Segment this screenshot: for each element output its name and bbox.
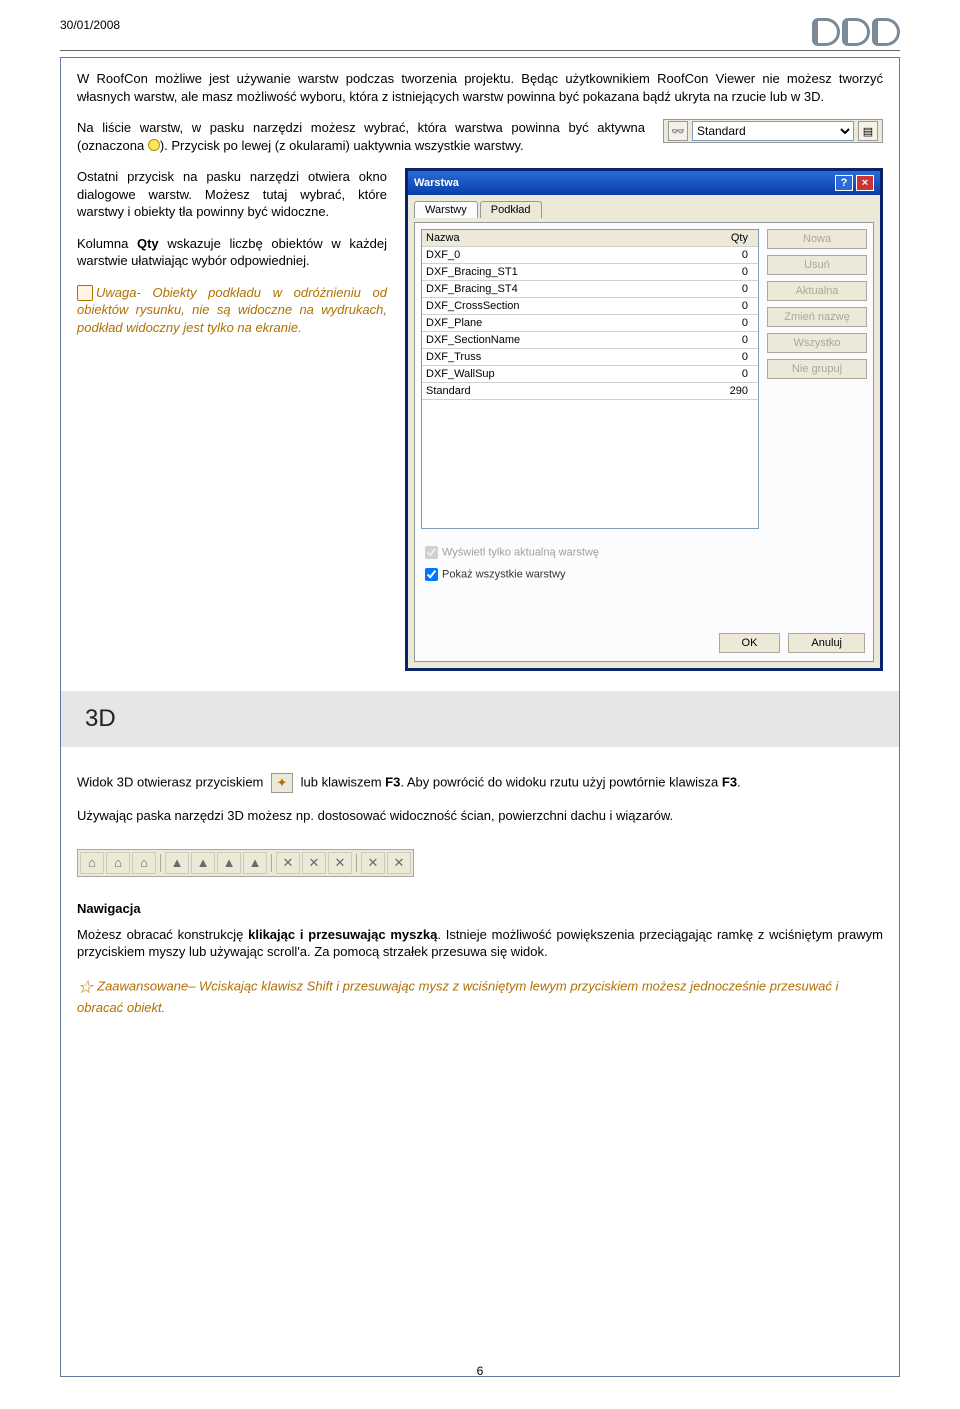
- all-button[interactable]: Wszystko: [767, 333, 867, 353]
- ok-button[interactable]: OK: [719, 633, 781, 653]
- table-row: DXF_SectionName0: [422, 332, 758, 349]
- toolbar3d-btn[interactable]: ✕: [387, 852, 411, 874]
- layers-toolbar: 👓 Standard ▤: [663, 119, 883, 143]
- layers-table[interactable]: Nazwa Qty DXF_00 DXF_Bracing_ST10 DXF_Br…: [421, 229, 759, 529]
- close-icon[interactable]: ×: [856, 175, 874, 191]
- table-row: DXF_Plane0: [422, 315, 758, 332]
- active-layer-select[interactable]: Standard: [692, 121, 854, 141]
- toolbar3d-btn[interactable]: ▲: [217, 852, 241, 874]
- nav-paragraph: Możesz obracać konstrukcję klikając i pr…: [77, 926, 883, 961]
- toolbar3d-btn[interactable]: ✕: [276, 852, 300, 874]
- star-icon: ☆: [77, 977, 93, 997]
- intro-paragraph-4: Kolumna Qty wskazuje liczbę obiektów w k…: [77, 235, 387, 270]
- 3d-paragraph-1: Widok 3D otwierasz przyciskiem ✦ lub kla…: [77, 773, 883, 793]
- page-number: 6: [61, 1364, 899, 1378]
- section-heading-3d: 3D: [61, 691, 899, 747]
- 3d-paragraph-2: Używając paska narzędzi 3D możesz np. do…: [77, 807, 883, 825]
- nav-heading: Nawigacja: [77, 901, 883, 916]
- bulb-icon: [148, 139, 160, 151]
- advanced-note: ☆Zaawansowane– Wciskając klawisz Shift i…: [77, 975, 883, 1017]
- table-row: DXF_00: [422, 247, 758, 264]
- intro-paragraph-2: Na liście warstw, w pasku narzędzi możes…: [77, 119, 645, 154]
- note-paragraph: Uwaga- Obiekty podkładu w odróżnieniu od…: [77, 284, 387, 337]
- layers-dialog: Warstwa ? × Warstwy Podkład: [405, 168, 883, 671]
- open-layers-dialog-icon[interactable]: ▤: [858, 121, 878, 141]
- toolbar3d-btn[interactable]: ✕: [328, 852, 352, 874]
- view-3d-icon[interactable]: ✦: [271, 773, 293, 793]
- toolbar3d-btn[interactable]: ⌂: [132, 852, 156, 874]
- brand-logo: [812, 18, 900, 46]
- ungroup-button[interactable]: Nie grupuj: [767, 359, 867, 379]
- table-row: DXF_Bracing_ST10: [422, 264, 758, 281]
- col-name: Nazwa: [422, 230, 698, 246]
- rename-button[interactable]: Zmień nazwę: [767, 307, 867, 327]
- toolbar3d-btn[interactable]: ⌂: [80, 852, 104, 874]
- show-all-layers-icon[interactable]: 👓: [668, 121, 688, 141]
- show-all-layers-check[interactable]: Pokaż wszystkie warstwy: [421, 565, 867, 584]
- dialog-title: Warstwa: [414, 177, 459, 189]
- help-icon[interactable]: ?: [835, 175, 853, 191]
- delete-button[interactable]: Usuń: [767, 255, 867, 275]
- toolbar3d-btn[interactable]: ✕: [361, 852, 385, 874]
- table-row: DXF_CrossSection0: [422, 298, 758, 315]
- header-date: 30/01/2008: [60, 18, 120, 32]
- table-row: DXF_Truss0: [422, 349, 758, 366]
- toolbar3d-btn[interactable]: ▲: [243, 852, 267, 874]
- table-row: Standard290: [422, 383, 758, 400]
- table-row: DXF_Bracing_ST40: [422, 281, 758, 298]
- toolbar-3d: ⌂ ⌂ ⌂ ▲ ▲ ▲ ▲ ✕ ✕ ✕ ✕ ✕: [77, 849, 414, 877]
- new-button[interactable]: Nowa: [767, 229, 867, 249]
- show-only-current-check[interactable]: Wyświetl tylko aktualną warstwę: [421, 543, 867, 562]
- current-button[interactable]: Aktualna: [767, 281, 867, 301]
- toolbar3d-btn[interactable]: ⌂: [106, 852, 130, 874]
- intro-paragraph-3: Ostatni przycisk na pasku narzędzi otwie…: [77, 168, 387, 221]
- note-icon: [77, 285, 93, 301]
- cancel-button[interactable]: Anuluj: [788, 633, 865, 653]
- tab-layers[interactable]: Warstwy: [414, 201, 478, 218]
- toolbar3d-btn[interactable]: ▲: [165, 852, 189, 874]
- toolbar3d-btn[interactable]: ▲: [191, 852, 215, 874]
- toolbar3d-btn[interactable]: ✕: [302, 852, 326, 874]
- col-qty: Qty: [698, 230, 758, 246]
- intro-paragraph-1: W RoofCon możliwe jest używanie warstw p…: [77, 70, 883, 105]
- table-row: DXF_WallSup0: [422, 366, 758, 383]
- tab-background[interactable]: Podkład: [480, 201, 542, 218]
